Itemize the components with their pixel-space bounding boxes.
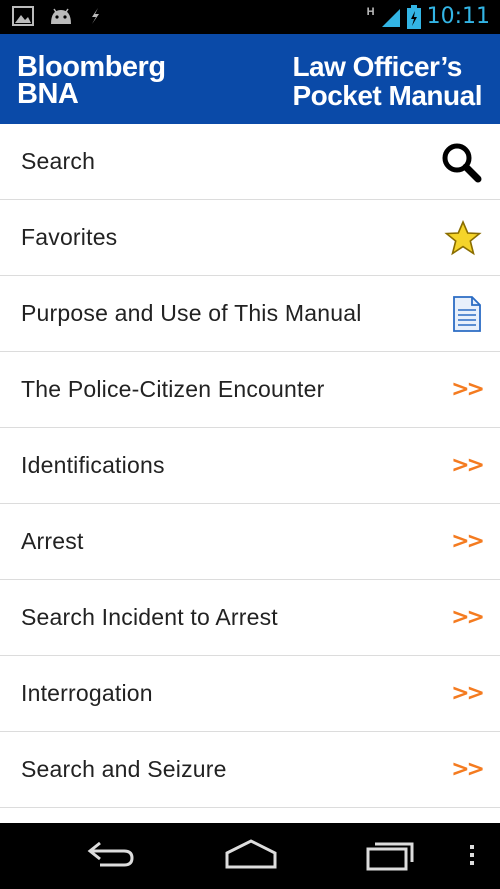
app-title: Law Officer’s Pocket Manual — [292, 52, 482, 110]
chevron-right-icon: >> — [451, 681, 485, 706]
menu-item-arrest[interactable]: Arrest >> — [0, 504, 500, 580]
star-icon — [444, 219, 482, 255]
main-menu: Search Favorites Purpose and Use of This… — [0, 124, 500, 808]
chevron-right-icon: >> — [451, 377, 485, 402]
system-nav-bar — [0, 823, 500, 889]
menu-item-label: Favorites — [21, 224, 118, 250]
signal-icon — [381, 8, 400, 27]
network-type-label: H — [366, 6, 375, 18]
document-icon — [453, 295, 481, 332]
bloomberg-bna-logo: Bloomberg BNA — [17, 51, 166, 110]
status-clock: 10:11 — [426, 4, 490, 29]
home-icon[interactable] — [224, 837, 278, 873]
menu-item-search[interactable]: Search — [0, 124, 500, 200]
app-title-line-1: Law Officer’s — [292, 51, 462, 82]
status-bar: H 10:11 — [0, 0, 500, 34]
menu-item-search-and-seizure[interactable]: Search and Seizure >> — [0, 732, 500, 808]
menu-item-label: Search Incident to Arrest — [21, 604, 278, 630]
android-icon — [51, 8, 71, 24]
recent-apps-icon[interactable] — [365, 837, 417, 873]
brand-line-1: Bloomberg — [17, 51, 166, 83]
menu-item-label: Purpose and Use of This Manual — [21, 300, 362, 326]
menu-item-label: Interrogation — [21, 680, 153, 706]
menu-item-label: Search — [21, 148, 96, 174]
back-icon[interactable] — [86, 837, 136, 873]
menu-item-search-incident-to-arrest[interactable]: Search Incident to Arrest >> — [0, 580, 500, 656]
chevron-right-icon: >> — [451, 605, 485, 630]
app-title-line-2: Pocket Manual — [292, 80, 482, 111]
menu-item-label: Identifications — [21, 452, 165, 478]
menu-item-favorites[interactable]: Favorites — [0, 200, 500, 276]
battery-icon — [406, 4, 421, 29]
chevron-right-icon: >> — [451, 453, 485, 478]
image-icon — [12, 6, 34, 26]
menu-item-label: Arrest — [21, 528, 84, 554]
app-header: Bloomberg BNA Law Officer’s Pocket Manua… — [0, 34, 500, 124]
search-icon — [442, 143, 482, 182]
usb-icon — [92, 8, 99, 24]
chevron-right-icon: >> — [451, 757, 485, 782]
menu-item-police-citizen-encounter[interactable]: The Police-Citizen Encounter >> — [0, 352, 500, 428]
overflow-menu-icon[interactable] — [466, 837, 478, 873]
menu-item-identifications[interactable]: Identifications >> — [0, 428, 500, 504]
menu-item-interrogation[interactable]: Interrogation >> — [0, 656, 500, 732]
chevron-right-icon: >> — [451, 529, 485, 554]
menu-item-purpose[interactable]: Purpose and Use of This Manual — [0, 276, 500, 352]
menu-item-label: The Police-Citizen Encounter — [21, 376, 325, 402]
menu-item-label: Search and Seizure — [21, 756, 227, 782]
brand-line-2: BNA — [17, 78, 79, 110]
